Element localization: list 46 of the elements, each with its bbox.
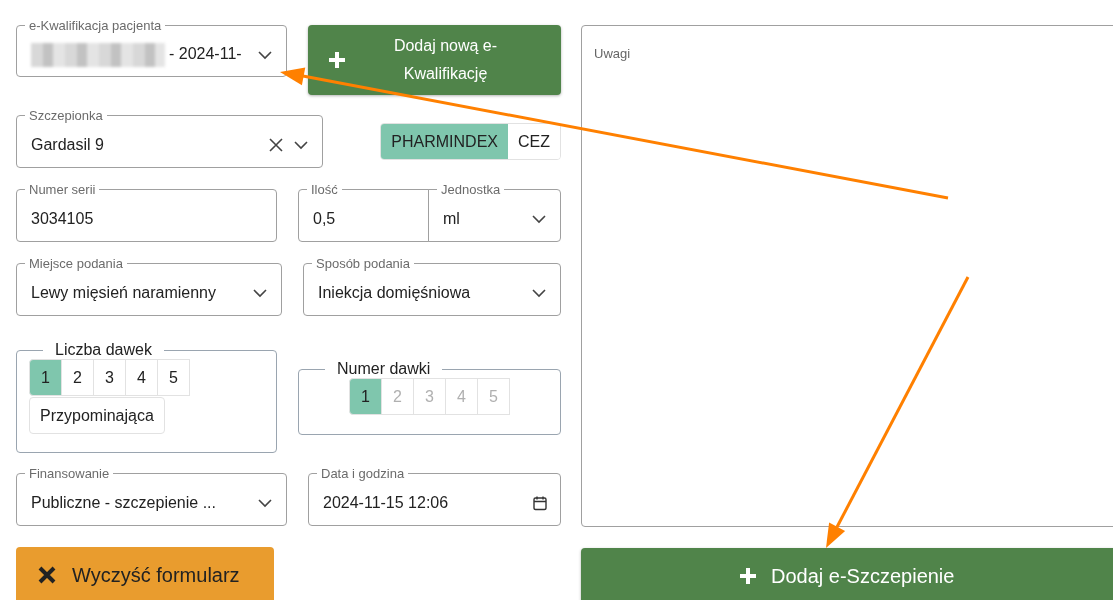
- dose-option[interactable]: 2: [61, 359, 94, 396]
- close-icon: [38, 566, 56, 584]
- add-vaccination-button[interactable]: Dodaj e-Szczepienie: [581, 548, 1113, 600]
- field-value: 0,5: [313, 210, 337, 228]
- field-label: Szczepionka: [28, 108, 104, 123]
- field-label: Ilość: [310, 182, 339, 197]
- field-label: Numer serii: [28, 182, 97, 197]
- datetime-field[interactable]: Data i godzina 2024-11-15 12:06: [308, 466, 561, 526]
- dose-option[interactable]: 4: [125, 359, 158, 396]
- group-label: Numer dawki: [336, 360, 432, 378]
- booster-option[interactable]: Przypominająca: [29, 397, 165, 434]
- field-label: Miejsce podania: [28, 256, 124, 271]
- field-value: - 2024-11-: [169, 44, 242, 62]
- field-label: Jednostka: [440, 182, 502, 197]
- field-value: Lewy mięsień naramienny: [31, 284, 217, 302]
- field-value: 3034105: [31, 210, 95, 228]
- field-value: Gardasil 9: [31, 136, 105, 154]
- field-label: e-Kwalifikacja pacjenta: [28, 18, 163, 33]
- unit-select[interactable]: Jednostka ml: [428, 182, 561, 242]
- series-number-field[interactable]: Numer serii 3034105: [16, 182, 277, 242]
- field-value: 2024-11-15 12:06: [323, 494, 450, 512]
- amount-field[interactable]: Ilość 0,5: [298, 182, 429, 242]
- plus-icon: [739, 567, 757, 585]
- field-label: Finansowanie: [28, 466, 111, 481]
- dose-option[interactable]: 3: [93, 359, 126, 396]
- plus-icon: [328, 51, 346, 69]
- dose-option[interactable]: 1: [349, 378, 382, 415]
- clear-icon[interactable]: [268, 137, 284, 153]
- qualification-select[interactable]: e-Kwalifikacja pacjenta - 2024-11-: [16, 18, 287, 77]
- clear-form-button[interactable]: Wyczyść formularz: [16, 547, 274, 600]
- field-label: Data i godzina: [320, 466, 406, 481]
- dose-option[interactable]: 1: [29, 359, 62, 396]
- field-value: Publiczne - szczepienie ...: [31, 494, 217, 512]
- field-label: Sposób podania: [315, 256, 411, 271]
- financing-select[interactable]: Finansowanie Publiczne - szczepienie ...: [16, 466, 287, 526]
- notes-field[interactable]: Uwagi: [581, 25, 1113, 527]
- field-value: Iniekcja domięśniowa: [318, 284, 472, 302]
- group-label: Liczba dawek: [54, 341, 153, 359]
- vaccine-select[interactable]: Szczepionka Gardasil 9: [16, 108, 323, 168]
- calendar-icon[interactable]: [532, 495, 548, 511]
- site-select[interactable]: Miejsce podania Lewy mięsień naramienny: [16, 256, 282, 316]
- field-value: ml: [443, 210, 461, 228]
- dose-option[interactable]: 5: [157, 359, 190, 396]
- route-select[interactable]: Sposób podania Iniekcja domięśniowa: [303, 256, 561, 316]
- add-qualification-button[interactable]: Dodaj nową e-Kwalifikację: [308, 25, 561, 95]
- source-tab[interactable]: PHARMINDEX: [381, 124, 508, 159]
